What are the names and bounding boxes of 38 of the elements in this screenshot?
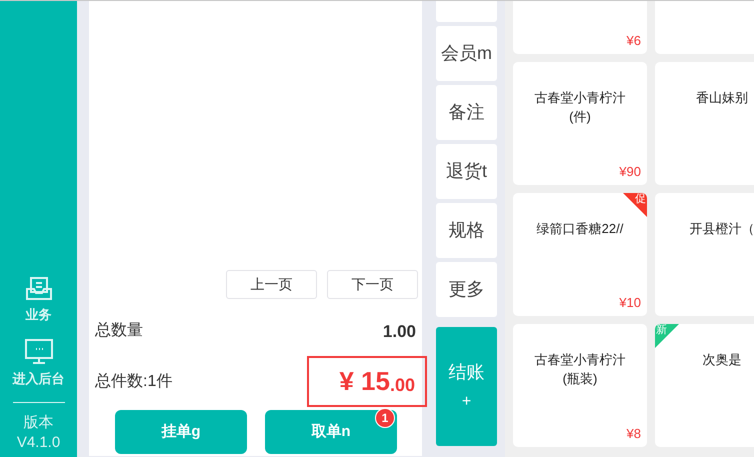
count-badge: 1 bbox=[375, 408, 395, 428]
product-name: 古春堂小青柠汁 bbox=[534, 89, 626, 107]
action-button[interactable]: 备注 bbox=[436, 85, 497, 140]
product-card[interactable]: 新 次奥是 bbox=[655, 324, 754, 447]
total-quantity-label: 总数量 bbox=[95, 321, 143, 342]
product-name: 古春堂小青柠汁 bbox=[534, 351, 626, 369]
product-price: ¥90 bbox=[619, 162, 642, 180]
next-page-button[interactable]: 下一页 bbox=[327, 270, 418, 298]
tag-badge: 新 bbox=[655, 324, 679, 348]
product-card[interactable]: 古春堂小青柠汁 (瓶装) ¥8 bbox=[513, 324, 647, 447]
product-name: (瓶装) bbox=[562, 370, 598, 388]
product-price: ¥10 bbox=[619, 294, 642, 312]
version-label: 版本 bbox=[24, 413, 54, 433]
action-button[interactable]: 退货t bbox=[436, 144, 497, 199]
product-price: ¥6 bbox=[626, 32, 642, 50]
action-button[interactable]: 规格 bbox=[436, 203, 497, 258]
tag-badge: 促 bbox=[623, 193, 647, 217]
monitor-icon bbox=[24, 338, 52, 364]
product-card[interactable]: 开县橙汁（ bbox=[655, 193, 754, 316]
retrieve-order-button[interactable]: 取单n 1 bbox=[265, 410, 397, 454]
action-button[interactable]: 更多 bbox=[436, 262, 497, 317]
total-items: 总件数:1件 bbox=[95, 372, 172, 392]
total-quantity: 1.00 bbox=[382, 320, 416, 342]
product-name: 绿箭口香糖22// bbox=[536, 220, 624, 238]
product-card[interactable]: 促 绿箭口香糖22// ¥10 bbox=[513, 193, 647, 316]
product-price: ¥8 bbox=[626, 424, 642, 442]
inbox-icon bbox=[26, 275, 52, 301]
product-name: (件) bbox=[569, 108, 591, 126]
previous-page-button[interactable]: 上一页 bbox=[226, 270, 317, 298]
action-button[interactable]: 会员m bbox=[436, 26, 497, 81]
product-name: 开县橙汁（ bbox=[690, 220, 754, 238]
total-amount: ¥ 15.00 bbox=[307, 356, 427, 407]
product-card[interactable]: 古春堂小青柠汁 (件) ¥90 bbox=[513, 62, 647, 185]
product-name: 次奥是 bbox=[702, 351, 742, 369]
product-card[interactable]: ¥6 bbox=[513, 1, 647, 54]
product-card[interactable]: 香山妹别 bbox=[655, 62, 754, 185]
version-number: V4.1.0 bbox=[16, 433, 60, 453]
product-name: 香山妹别 bbox=[696, 89, 748, 107]
